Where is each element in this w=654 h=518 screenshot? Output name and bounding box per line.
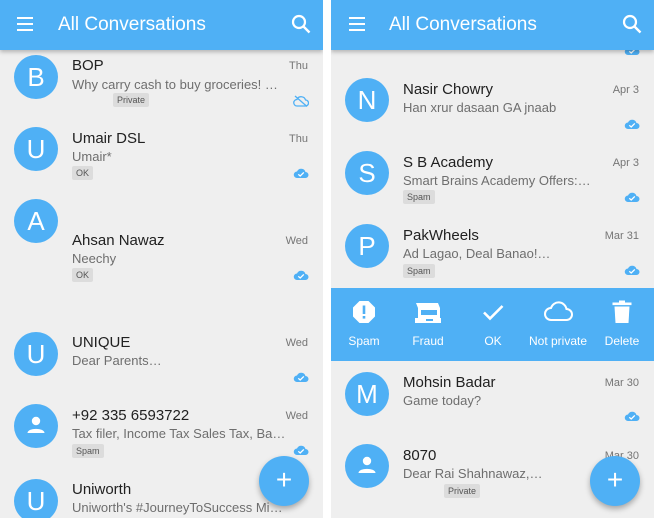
message-date: Wed xyxy=(285,235,308,247)
check-icon xyxy=(483,305,504,321)
message-date: Apr 3 xyxy=(612,157,639,169)
message-date: Mar 31 xyxy=(604,230,639,242)
conversation-row[interactable]: U UNIQUE Wed Dear Parents… xyxy=(0,320,323,395)
left-screen: All Conversations B BOP Thu Why carry ca… xyxy=(0,0,323,518)
cloud-off-icon xyxy=(293,95,309,107)
app-bar: All Conversations xyxy=(331,0,654,50)
status-badge: Spam xyxy=(403,190,435,204)
contact-name: PakWheels xyxy=(403,227,479,244)
message-preview: Umair* xyxy=(72,149,112,164)
status-badge: Private xyxy=(113,93,150,107)
message-preview: Uniworth's #JourneyToSuccess Mid-… xyxy=(72,500,286,515)
search-icon[interactable] xyxy=(622,14,642,34)
avatar: U xyxy=(14,127,58,171)
contact-name: S B Academy xyxy=(403,154,494,171)
avatar: B xyxy=(14,55,58,99)
message-preview: Neechy xyxy=(72,251,117,266)
status-badge: Private xyxy=(444,484,481,498)
contact-name: UNIQUE xyxy=(72,334,131,351)
conversation-row[interactable]: N Nasir Chowry Apr 3 Han xrur dasaan GA … xyxy=(331,70,654,142)
message-date: Thu xyxy=(289,133,308,145)
message-preview: Tax filer, Income Tax Sales Tax, Banki… xyxy=(72,426,288,441)
status-badge: OK xyxy=(72,268,94,282)
ok-button[interactable]: OK xyxy=(463,288,523,361)
person-icon xyxy=(27,416,45,433)
avatar xyxy=(345,444,389,488)
conversation-row[interactable]: A Ahsan Nawaz Wed Neechy OK xyxy=(0,192,323,320)
fraud-icon xyxy=(415,303,441,323)
message-preview: Han xrur dasaan GA jnaab xyxy=(403,100,557,115)
conversation-row[interactable]: M Mohsin Badar Mar 30 Game today? xyxy=(331,361,654,433)
avatar: U xyxy=(14,332,58,376)
contact-name: BOP xyxy=(72,57,104,74)
menu-icon[interactable] xyxy=(17,17,33,31)
action-label: Delete xyxy=(604,334,640,348)
contact-name: Mohsin Badar xyxy=(403,374,496,391)
delete-icon xyxy=(612,300,632,323)
message-preview: Smart Brains Academy Offers: … xyxy=(403,173,593,188)
conversation-row[interactable]: B BOP Thu Why carry cash to buy grocerie… xyxy=(0,50,323,122)
contact-name: Ahsan Nawaz xyxy=(72,232,165,249)
app-title: All Conversations xyxy=(389,14,537,35)
app-bar: All Conversations xyxy=(0,0,323,50)
message-preview: Dear Rai Shahnawaz,… xyxy=(403,466,543,481)
not-private-button[interactable]: Not private xyxy=(525,288,591,361)
action-label: Fraud xyxy=(412,334,444,348)
selection-action-bar: Spam Fraud OK Not private Delete xyxy=(331,288,654,361)
cloud-done-icon xyxy=(293,168,309,178)
message-preview: Why carry cash to buy groceries! No… xyxy=(72,77,284,92)
new-conversation-button[interactable]: + xyxy=(259,456,309,506)
cloud-done-icon xyxy=(624,265,640,275)
spam-button[interactable]: Spam xyxy=(333,288,395,361)
person-icon xyxy=(358,456,376,473)
action-label: OK xyxy=(484,334,502,348)
app-title: All Conversations xyxy=(58,14,206,35)
avatar: S xyxy=(345,151,389,195)
cloud-done-icon xyxy=(624,411,640,421)
contact-name: 8070 xyxy=(403,447,437,464)
delete-button[interactable]: Delete xyxy=(592,288,652,361)
action-label: Not private xyxy=(528,334,588,348)
message-preview: Game today? xyxy=(403,393,482,408)
avatar: M xyxy=(345,372,389,416)
contact-name: Umair DSL xyxy=(72,130,146,147)
status-badge: OK xyxy=(72,166,94,180)
avatar: A xyxy=(14,199,58,243)
conversation-row[interactable]: P PakWheels Mar 31 Ad Lagao, Deal Banao!… xyxy=(331,215,654,288)
avatar xyxy=(14,404,58,448)
screen-divider xyxy=(323,0,331,518)
cloud-done-icon xyxy=(624,119,640,129)
message-date: Wed xyxy=(285,410,308,422)
status-badge: Spam xyxy=(72,444,104,458)
cloud-outline-icon xyxy=(544,301,573,321)
status-badge: Spam xyxy=(403,264,435,278)
fraud-button[interactable]: Fraud xyxy=(398,288,458,361)
avatar: P xyxy=(345,224,389,268)
message-preview: Ad Lagao, Deal Banao!… xyxy=(403,246,551,261)
conversation-row[interactable]: U Umair DSL Thu Umair* OK xyxy=(0,122,323,192)
cloud-done-icon xyxy=(293,445,309,455)
cloud-done-icon xyxy=(293,372,309,382)
contact-name: Nasir Chowry xyxy=(403,81,494,98)
message-date: Thu xyxy=(289,60,308,72)
action-label: Spam xyxy=(348,334,380,348)
search-icon[interactable] xyxy=(291,14,311,34)
avatar: U xyxy=(14,479,58,518)
contact-name: Uniworth xyxy=(72,481,132,498)
message-date: Mar 30 xyxy=(604,377,639,389)
message-date: Wed xyxy=(285,337,308,349)
menu-icon[interactable] xyxy=(349,17,365,31)
right-screen: All Conversations N Nasir Chowry Apr 3 H… xyxy=(331,0,654,518)
avatar: N xyxy=(345,78,389,122)
contact-name: +92 335 6593722 xyxy=(72,407,190,424)
new-conversation-button[interactable]: + xyxy=(590,456,640,506)
cloud-done-icon xyxy=(624,192,640,202)
message-preview: Dear Parents… xyxy=(72,353,162,368)
spam-icon xyxy=(353,301,375,323)
conversation-row[interactable]: S S B Academy Apr 3 Smart Brains Academy… xyxy=(331,142,654,215)
message-date: Apr 3 xyxy=(612,84,639,96)
cloud-done-icon xyxy=(293,270,309,280)
